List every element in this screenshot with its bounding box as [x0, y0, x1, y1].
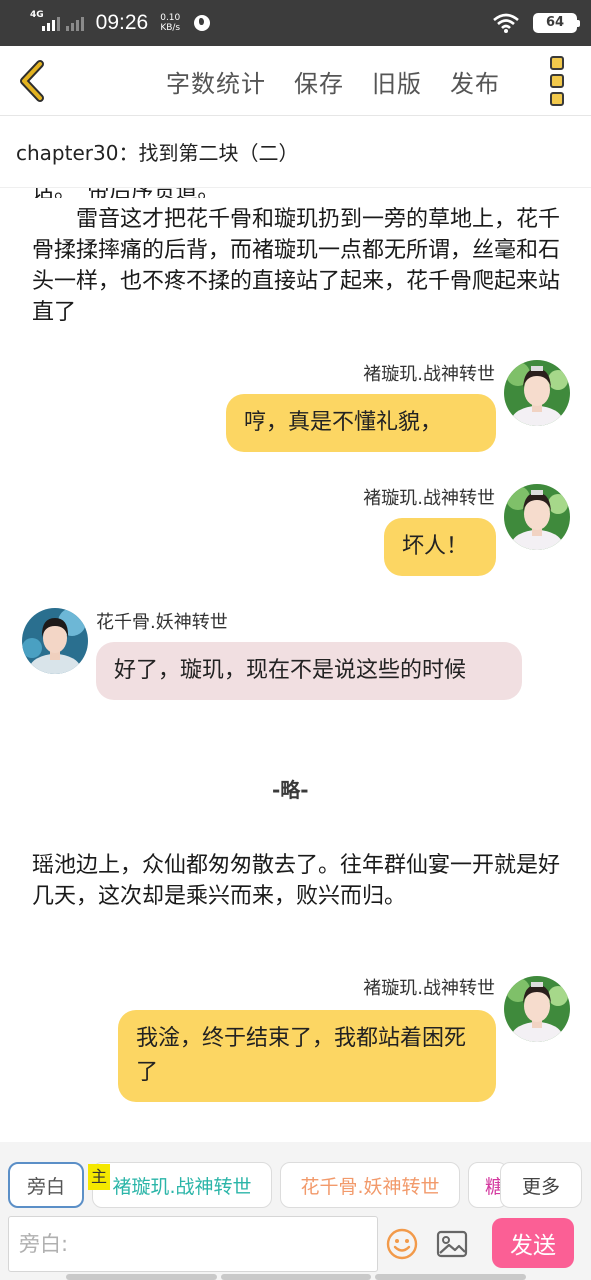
- back-button[interactable]: [14, 58, 54, 104]
- avatar-image: [504, 484, 570, 550]
- avatar-xuanji[interactable]: [504, 976, 570, 1042]
- message-bubble[interactable]: 哼，真是不懂礼貌，: [226, 394, 496, 452]
- battery-icon: 64: [533, 13, 580, 33]
- signal-icon: [41, 15, 60, 31]
- word-count-button[interactable]: 字数统计: [166, 64, 266, 99]
- editor-toolbar: 字数统计 保存 旧版 发布: [0, 46, 591, 116]
- avatar-image: [504, 976, 570, 1042]
- editor-screen: 4G 09:26 0.10 KB/s 64 字数统计 保存 旧版 发布 chap…: [0, 0, 591, 1280]
- role-chip-xuanji[interactable]: 褚璇玑.战神转世: [92, 1162, 272, 1208]
- gesture-bar: [66, 1274, 527, 1280]
- status-bar: 4G 09:26 0.10 KB/s 64: [0, 0, 591, 46]
- old-version-button[interactable]: 旧版: [372, 64, 422, 99]
- avatar-image: [22, 608, 88, 674]
- message-bubble[interactable]: 好了，璇玑，现在不是说这些的时候: [96, 642, 522, 700]
- sender-name: 褚璇玑.战神转世: [363, 488, 495, 509]
- network-type: 4G: [30, 10, 44, 20]
- role-chip-qiangu[interactable]: 花千骨.妖神转世: [280, 1162, 460, 1208]
- speed-unit: KB/s: [160, 23, 181, 33]
- omit-marker: -略-: [272, 778, 309, 802]
- message-bubble[interactable]: 坏人！: [384, 518, 496, 576]
- wifi-icon: [493, 13, 519, 33]
- narration-block[interactable]: 瑶池边上，众仙都匆匆散去了。往年群仙宴一开就是好几天，这次却是乘兴而来，败兴而归…: [32, 850, 562, 912]
- message-bubble[interactable]: 我淦，终于结束了，我都站着困死了: [118, 1010, 496, 1102]
- narration-partial: 话。“帝后序贯道。: [32, 188, 562, 198]
- save-button[interactable]: 保存: [294, 64, 344, 99]
- speed-value: 0.10: [160, 13, 181, 23]
- chevron-left-icon: [20, 60, 44, 102]
- clock: 09:26: [95, 11, 149, 34]
- chapter-title[interactable]: chapter30：找到第二块（二）: [0, 116, 591, 188]
- message-input-box[interactable]: [8, 1216, 378, 1272]
- globe-icon: [194, 15, 211, 31]
- image-icon[interactable]: [436, 1230, 468, 1258]
- signal-secondary-icon: [65, 15, 84, 31]
- network-speed: 0.10 KB/s: [160, 13, 180, 33]
- role-chip-narration[interactable]: 旁白: [8, 1162, 84, 1208]
- avatar-xuanji[interactable]: [504, 360, 570, 426]
- narration-block[interactable]: 雷音这才把花千骨和璇玑扔到一旁的草地上，花千骨揉揉摔痛的后背，而褚璇玑一点都无所…: [32, 204, 562, 328]
- sender-name: 褚璇玑.战神转世: [363, 364, 495, 385]
- sender-name: 褚璇玑.战神转世: [363, 978, 495, 999]
- more-roles-button[interactable]: 更多: [500, 1162, 582, 1208]
- message-input[interactable]: [19, 1232, 367, 1256]
- publish-button[interactable]: 发布: [450, 64, 500, 99]
- avatar-xuanji[interactable]: [504, 484, 570, 550]
- story-content[interactable]: 话。“帝后序贯道。 雷音这才把花千骨和璇玑扔到一旁的草地上，花千骨揉揉摔痛的后背…: [0, 188, 591, 1142]
- more-vertical-icon[interactable]: [547, 56, 567, 106]
- avatar-qiangu[interactable]: [22, 608, 88, 674]
- composer-panel: 旁白 褚璇玑.战神转世 主 花千骨.妖神转世 糖 更多 发送: [0, 1142, 591, 1280]
- avatar-image: [504, 360, 570, 426]
- main-role-tag: 主: [88, 1164, 110, 1190]
- smiley-icon[interactable]: [386, 1228, 418, 1260]
- send-button[interactable]: 发送: [492, 1218, 574, 1268]
- sender-name: 花千骨.妖神转世: [96, 612, 228, 633]
